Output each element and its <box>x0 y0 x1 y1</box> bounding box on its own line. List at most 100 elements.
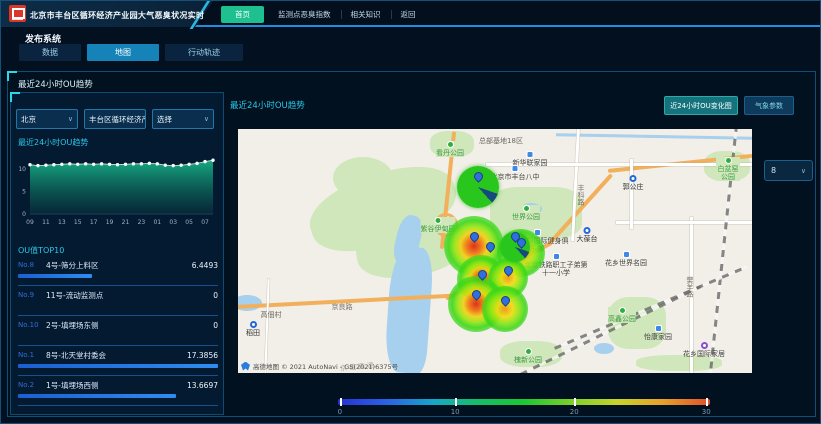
colorbar-label: 20 <box>570 408 579 416</box>
row-divider <box>18 315 218 316</box>
row-divider <box>18 285 218 286</box>
ou-value: 0 <box>213 321 218 330</box>
road <box>616 221 752 224</box>
app-title: 北京市丰台区循环经济产业园大气恶臭状况实时 <box>30 10 204 21</box>
chevron-down-icon: ∨ <box>204 115 209 123</box>
map-label: 怡康家园 <box>644 325 672 341</box>
value-bar <box>18 394 176 398</box>
park-icon <box>447 141 454 148</box>
app-window: 北京市丰台区循环经济产业园大气恶臭状况实时 首页监测点恶臭指数相关知识返回 发布… <box>0 0 821 424</box>
top-list-row: No.911号-流动监测点0 <box>18 289 218 319</box>
park-icon <box>525 348 532 355</box>
filter-select-3[interactable]: 选择∨ <box>152 109 214 129</box>
panel-corner-accent <box>10 92 20 102</box>
map-label: 花乡世界名园 <box>605 251 647 267</box>
svg-text:07: 07 <box>201 219 209 226</box>
app-logo-icon <box>9 5 26 22</box>
map-label-text: 白盆窑公园 <box>718 165 739 181</box>
map-label-text: 世界公园 <box>512 213 540 221</box>
station-name: 1号-填埋场西侧 <box>46 380 187 391</box>
svg-text:13: 13 <box>58 219 66 226</box>
map-canvas[interactable]: 高德地图 © 2021 AutoNavi - GS(2021)6375号 总部基… <box>238 129 752 373</box>
nav-item-4[interactable]: 返回 <box>391 6 426 23</box>
left-panel: 北京∨丰台区循环经济产∨选择∨ 最近24小时OU趋势 0510091113151… <box>10 92 224 415</box>
svg-text:15: 15 <box>74 219 82 226</box>
map-label: 郭公庄 <box>623 175 644 191</box>
colorbar-tick <box>340 398 342 406</box>
rank-label: No.10 <box>18 321 46 329</box>
map-attribution: 高德地图 © 2021 AutoNavi - GS(2021)6375号 <box>241 361 398 371</box>
svg-text:10: 10 <box>18 166 26 173</box>
svg-text:03: 03 <box>169 219 177 226</box>
filter-select-1[interactable]: 北京∨ <box>16 109 78 129</box>
ou-change-chart-button[interactable]: 近24小时OU变化图 <box>664 96 738 115</box>
park-icon <box>725 157 732 164</box>
svg-text:5: 5 <box>22 189 26 196</box>
nav-item-2[interactable]: 监测点恶臭指数 <box>268 6 341 23</box>
map-label: 看丹公园 <box>436 141 464 157</box>
top10-title: OU值TOP10 <box>18 245 64 256</box>
chevron-down-icon: ∨ <box>68 115 73 123</box>
ou-trend-chart: 0510091113151719212301030507 <box>13 148 221 240</box>
map-label: 总部基地18区 <box>479 137 523 145</box>
heatmap-colorbar: 0102030 <box>338 399 710 405</box>
map-label-text: 花乡国际家居 <box>683 350 725 358</box>
nav-item-3[interactable]: 相关知识 <box>341 6 391 23</box>
layer-select-value: 8 <box>771 166 776 175</box>
panel-title: 最近24小时OU趋势 <box>18 78 93 90</box>
main-nav: 首页监测点恶臭指数相关知识返回 <box>221 5 426 23</box>
canal <box>556 133 752 139</box>
pond <box>594 343 614 354</box>
ou-value: 13.6697 <box>187 381 218 390</box>
colorbar-tick <box>455 398 457 406</box>
layer-select[interactable]: 8 ∨ <box>764 160 813 181</box>
tab-2[interactable]: 地图 <box>87 44 159 61</box>
top-list-row: No.18号-北天堂村委会17.3856 <box>18 349 218 379</box>
map-label-text: 郭公庄 <box>623 183 644 191</box>
station-name: 11号-流动监测点 <box>46 290 213 301</box>
park-area <box>333 157 393 199</box>
value-bar <box>18 364 218 368</box>
station-name: 4号-筛分上料区 <box>46 260 192 271</box>
map-label-text: 稻田 <box>246 329 260 337</box>
value-bar <box>18 274 92 278</box>
poi-purple-icon <box>701 342 708 349</box>
svg-text:21: 21 <box>122 219 130 226</box>
tab-3[interactable]: 行动轨迹 <box>165 44 243 61</box>
top-list-row: No.84号-筛分上料区6.4493 <box>18 259 218 289</box>
weather-params-button[interactable]: 气象参数 <box>744 96 794 115</box>
svg-text:09: 09 <box>26 219 34 226</box>
heatmap-blob <box>482 286 528 332</box>
colorbar-tick <box>574 398 576 406</box>
row-divider <box>18 375 218 376</box>
map-label: 花乡国际家居 <box>683 342 725 358</box>
map-label-text: 花乡世界名园 <box>605 259 647 267</box>
amap-logo-icon <box>241 362 250 371</box>
map-label: 丰科路 <box>577 185 585 206</box>
map-label-text: 樊羊路 <box>686 277 694 298</box>
map-label-text: 高佃村 <box>261 311 282 319</box>
ou-value: 17.3856 <box>187 351 218 360</box>
station-name: 2号-填埋场东侧 <box>46 320 213 331</box>
tab-1[interactable]: 数据 <box>19 44 81 61</box>
map-label-text: 槐新公园 <box>514 356 542 364</box>
svg-text:01: 01 <box>153 219 161 226</box>
map-label: 稻田 <box>246 321 260 337</box>
map-label: 世界公园 <box>512 205 540 221</box>
road <box>264 279 269 373</box>
svg-text:19: 19 <box>106 219 114 226</box>
top-list-row: No.102号-填埋场东侧0 <box>18 319 218 349</box>
metro-icon <box>630 175 637 182</box>
map-label-text: 总部基地18区 <box>479 137 523 145</box>
station-name: 8号-北天堂村委会 <box>46 350 187 361</box>
svg-text:11: 11 <box>42 219 50 226</box>
metro-icon <box>584 227 591 234</box>
colorbar-label: 0 <box>338 408 342 416</box>
nav-item-1[interactable]: 首页 <box>221 6 264 23</box>
map-section-title: 最近24小时OU趋势 <box>230 99 305 111</box>
rank-label: No.2 <box>18 381 46 389</box>
ou-top-list: No.84号-筛分上料区6.4493No.911号-流动监测点0No.102号-… <box>18 259 218 409</box>
ou-value: 0 <box>213 291 218 300</box>
filter-select-2[interactable]: 丰台区循环经济产∨ <box>84 109 146 129</box>
svg-text:23: 23 <box>138 219 146 226</box>
